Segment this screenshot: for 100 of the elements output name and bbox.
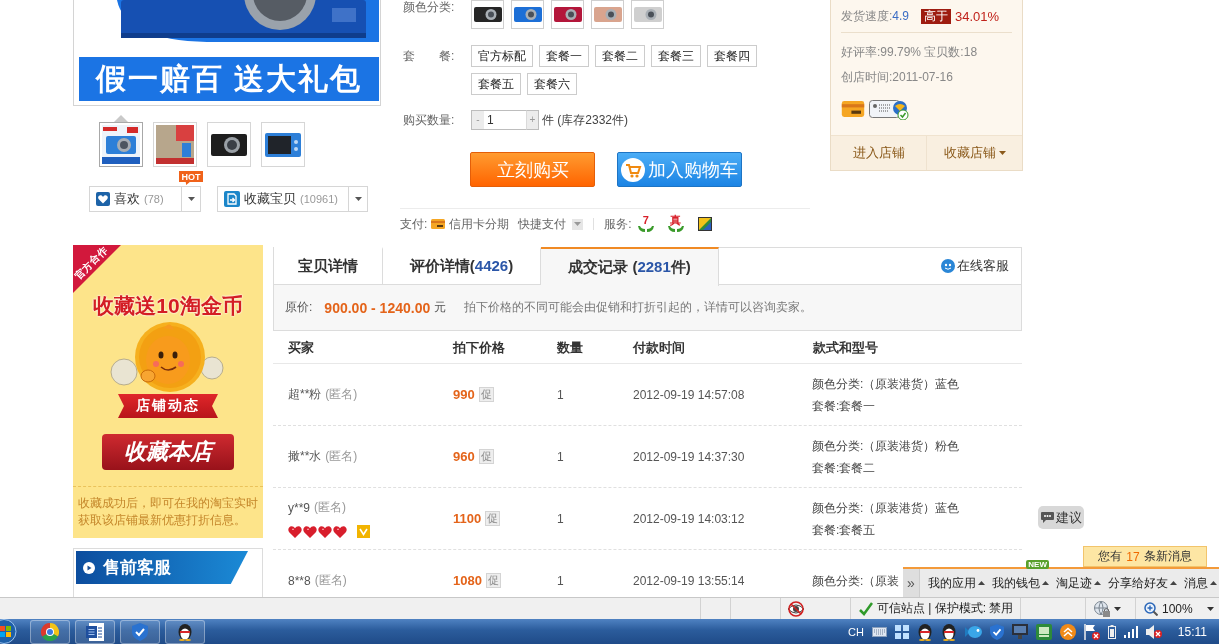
caret-icon — [187, 197, 195, 201]
battery-icon — [1107, 624, 1116, 639]
chevron-circle-icon — [1059, 623, 1076, 640]
dropdown-button[interactable] — [182, 186, 201, 212]
fish-icon — [964, 624, 982, 639]
penguin-icon — [177, 622, 193, 641]
color-swatch[interactable] — [591, 0, 624, 29]
package-option[interactable]: 套餐二 — [595, 45, 645, 67]
hot-badge: HOT — [179, 171, 203, 185]
thumbnail[interactable] — [207, 122, 251, 167]
taskbar-app[interactable] — [75, 619, 115, 644]
toolbar-menu[interactable]: 消息 — [1182, 569, 1219, 597]
shop-link[interactable]: 进入店铺 — [831, 136, 926, 170]
message-tip: 您有 17 条新消息 — [1083, 546, 1207, 567]
like-button[interactable]: 喜欢 (78) — [89, 186, 182, 212]
thumbnail[interactable] — [153, 122, 197, 167]
quantity: 1 — [557, 573, 564, 588]
hands-icon — [667, 226, 684, 233]
promo-tag: 促 — [485, 511, 501, 526]
card-icon — [841, 101, 865, 117]
heart-icon — [96, 192, 110, 206]
colored-circle-icon — [41, 622, 59, 641]
dropdown-button[interactable] — [349, 186, 368, 212]
thumbnail[interactable] — [261, 122, 305, 167]
heart-icon — [318, 525, 332, 538]
buyer-name: 8**8 — [288, 573, 311, 588]
buyer-name: 超**粉 — [288, 386, 322, 403]
column-header: 付款时间 — [633, 339, 685, 357]
color-swatch[interactable] — [631, 0, 664, 29]
zoom-level: 100% — [1162, 601, 1193, 616]
payment-label: 支付: — [400, 215, 428, 233]
id-card-icon — [869, 98, 909, 120]
package-option[interactable]: 套餐四 — [707, 45, 757, 67]
quantity-field[interactable]: 1 — [484, 110, 526, 130]
package-option[interactable]: 套餐六 — [527, 73, 577, 95]
collect-shop-button[interactable]: 收藏本店 — [102, 434, 234, 470]
service-mark: 真 — [670, 215, 682, 226]
package-option[interactable]: 套餐一 — [539, 45, 589, 67]
eye-icon — [787, 600, 805, 617]
toolbar-menu[interactable]: 我的钱包 — [990, 569, 1051, 597]
shield-icon — [132, 622, 148, 641]
shop-link[interactable]: 收藏店铺 — [926, 136, 1022, 170]
caret-icon — [574, 222, 582, 226]
heart-icon — [303, 525, 317, 538]
package-option[interactable]: 官方标配 — [471, 45, 533, 67]
tab[interactable]: 成交记录 (2281件) — [541, 247, 719, 286]
package-option[interactable]: 套餐三 — [651, 45, 701, 67]
spec-line: 套餐:套餐二 — [812, 459, 876, 477]
input-language: CH — [847, 625, 864, 638]
corner-label: 官方合作 — [73, 245, 110, 282]
play-icon — [83, 561, 95, 574]
camera-drawing — [211, 133, 247, 156]
payment-time: 2012-09-19 14:37:30 — [633, 449, 745, 464]
globe-icon — [1094, 600, 1110, 617]
stock-text: 件 (库存2332件) — [542, 112, 629, 129]
online-service-link[interactable]: 在线客服 — [941, 257, 1009, 275]
caret-icon — [1210, 581, 1217, 585]
spec-line: 颜色分类:（原装港货）粉色 — [812, 437, 960, 455]
color-swatch[interactable] — [471, 0, 504, 29]
taskbar-app[interactable] — [165, 619, 205, 644]
collect-button[interactable]: 收藏宝贝 (10961) — [217, 186, 349, 212]
camera-box-drawing — [102, 125, 140, 164]
price: 990 — [453, 387, 475, 402]
anonymous-label: (匿名) — [314, 572, 347, 589]
tab[interactable]: 宝贝详情 — [274, 247, 383, 284]
compare-value: 34.01% — [955, 8, 1000, 24]
payment-method[interactable]: 快捷支付 — [518, 215, 567, 233]
column-header: 拍下价格 — [453, 339, 505, 357]
payment-method[interactable]: 信用卡分期 — [449, 215, 510, 233]
package-option[interactable]: 套餐五 — [471, 73, 521, 95]
price-range: 900.00 - 1240.00 — [324, 299, 431, 316]
color-swatch[interactable] — [511, 0, 544, 29]
caret-icon — [1042, 581, 1049, 585]
spec-line: 套餐:套餐五 — [812, 521, 876, 539]
color-swatch[interactable] — [551, 0, 584, 29]
buyer-name: y**9 — [288, 500, 310, 515]
caret-icon — [1114, 606, 1121, 611]
caret-icon — [1206, 606, 1214, 611]
anonymous-label: (匿名) — [325, 448, 358, 465]
ribbon-label: 店铺动态 — [118, 394, 218, 418]
dropdown-button[interactable] — [572, 218, 584, 230]
spec-line: 颜色分类:（原装港货）蓝色 — [812, 375, 960, 393]
toolbar-menu[interactable]: 淘足迹 — [1054, 569, 1103, 597]
column-header: 买家 — [288, 339, 314, 357]
thumbnail[interactable] — [99, 122, 143, 167]
monitor-icon — [1011, 624, 1028, 639]
anonymous-label: (匿名) — [314, 499, 346, 516]
cart-icon — [621, 157, 645, 182]
quantity: 1 — [557, 449, 564, 464]
flag-icon — [1083, 623, 1100, 640]
buyer-name: 撖**水 — [288, 448, 322, 465]
quantity: 1 — [557, 511, 564, 526]
tab[interactable]: 评价详情(4426) — [383, 247, 541, 284]
caret-icon — [1170, 581, 1177, 585]
feedback-button[interactable]: 建议 — [1038, 506, 1084, 529]
toolbar-menu[interactable]: 我的应用 — [926, 569, 987, 597]
expand-button[interactable]: » — [903, 569, 920, 597]
service-label: 服务: — [604, 215, 632, 233]
toolbar-menu[interactable]: 分享给好友 — [1106, 569, 1179, 597]
heart-icon — [333, 525, 347, 538]
